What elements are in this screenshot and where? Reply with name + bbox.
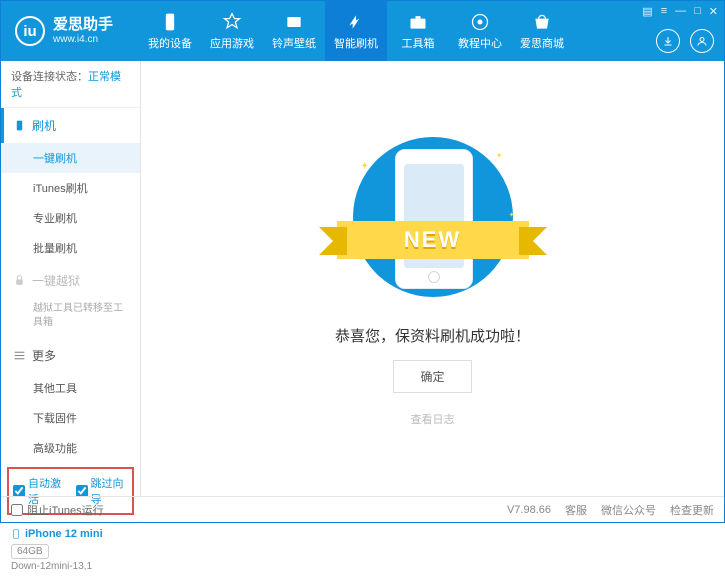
- ok-button[interactable]: 确定: [393, 360, 471, 393]
- success-message: 恭喜您，保资料刷机成功啦！: [335, 325, 530, 346]
- sub-advanced[interactable]: 高级功能: [1, 433, 140, 463]
- sub-download-fw[interactable]: 下载固件: [1, 403, 140, 433]
- device-fw: Down-12mini-13,1: [11, 561, 130, 572]
- app-url: www.i4.cn: [53, 34, 113, 45]
- nav-tutorial[interactable]: 教程中心: [449, 1, 511, 61]
- nav-device[interactable]: 我的设备: [139, 1, 201, 61]
- sidebar: 设备连接状态：正常模式 刷机 一键刷机 iTunes刷机 专业刷机 批量刷机 一…: [1, 61, 141, 496]
- logo: iu 爱思助手 www.i4.cn: [1, 16, 127, 46]
- kefu-link[interactable]: 客服: [565, 502, 587, 518]
- nav-apps[interactable]: 应用游戏: [201, 1, 263, 61]
- device-info[interactable]: iPhone 12 mini 64GB Down-12mini-13,1: [1, 519, 140, 580]
- success-illustration: ✦ ✦ ✦ ✦ NEW: [343, 131, 523, 311]
- wechat-link[interactable]: 微信公众号: [601, 502, 656, 518]
- user-icon[interactable]: [690, 29, 714, 53]
- sub-itunes-flash[interactable]: iTunes刷机: [1, 173, 140, 203]
- cat-more[interactable]: 更多: [1, 338, 140, 373]
- window-controls: ▤ ≡ — □ ✕: [642, 5, 718, 18]
- footer: 阻止iTunes运行 V7.98.66 客服 微信公众号 检查更新: [1, 496, 724, 522]
- maximize-icon[interactable]: □: [694, 5, 701, 18]
- check-update-link[interactable]: 检查更新: [670, 502, 714, 518]
- sub-pro-flash[interactable]: 专业刷机: [1, 203, 140, 233]
- connection-status: 设备连接状态：正常模式: [1, 61, 140, 108]
- main-nav: 我的设备 应用游戏 铃声壁纸 智能刷机 工具箱 教程中心 爱思商城: [139, 1, 573, 61]
- jailbreak-note: 越狱工具已转移至工具箱: [1, 298, 140, 338]
- sub-oneclick-flash[interactable]: 一键刷机: [1, 143, 140, 173]
- download-icon[interactable]: [656, 29, 680, 53]
- view-log-link[interactable]: 查看日志: [411, 411, 455, 427]
- cat-jailbreak: 一键越狱: [1, 263, 140, 298]
- lock-icon[interactable]: ≡: [661, 5, 667, 18]
- sub-other-tools[interactable]: 其他工具: [1, 373, 140, 403]
- nav-flash[interactable]: 智能刷机: [325, 1, 387, 61]
- menu-icon[interactable]: ▤: [642, 5, 652, 18]
- header: iu 爱思助手 www.i4.cn 我的设备 应用游戏 铃声壁纸 智能刷机 工具…: [1, 1, 724, 61]
- main-content: ✦ ✦ ✦ ✦ NEW 恭喜您，保资料刷机成功啦！ 确定 查看日志: [141, 61, 724, 496]
- nav-toolbox[interactable]: 工具箱: [387, 1, 449, 61]
- minimize-icon[interactable]: —: [675, 5, 686, 18]
- sub-batch-flash[interactable]: 批量刷机: [1, 233, 140, 263]
- close-icon[interactable]: ✕: [709, 5, 718, 18]
- nav-ringtone[interactable]: 铃声壁纸: [263, 1, 325, 61]
- header-actions: [656, 29, 714, 53]
- cat-flash[interactable]: 刷机: [1, 108, 140, 143]
- logo-icon: iu: [15, 16, 45, 46]
- version: V7.98.66: [507, 504, 551, 516]
- block-itunes-check[interactable]: 阻止iTunes运行: [11, 502, 104, 518]
- nav-store[interactable]: 爱思商城: [511, 1, 573, 61]
- app-name: 爱思助手: [53, 17, 113, 34]
- storage-badge: 64GB: [11, 544, 49, 559]
- ribbon-new: NEW: [337, 221, 529, 259]
